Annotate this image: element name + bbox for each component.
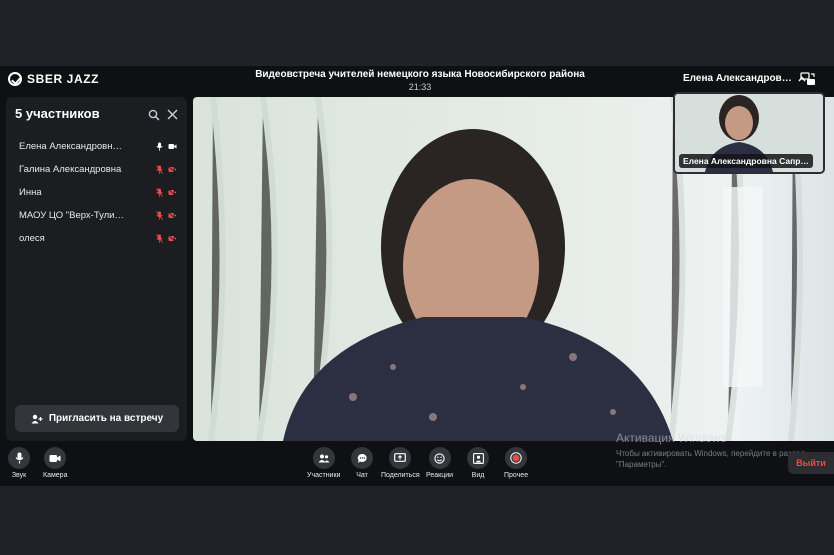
reactions-button[interactable] <box>428 447 451 469</box>
more-button[interactable] <box>505 447 528 469</box>
conference-window: SBER JAZZ Видеовстреча учителей немецког… <box>0 66 834 486</box>
camera-label: Камера <box>43 472 68 479</box>
participants-control[interactable]: Участники <box>307 447 340 479</box>
invite-label: Пригласить на встречу <box>48 413 164 424</box>
share-screen-icon <box>394 453 407 462</box>
leave-button[interactable]: Выйти <box>788 452 834 474</box>
participant-row[interactable]: олеся <box>6 227 187 250</box>
sber-logo-icon <box>8 72 22 86</box>
speaker-selector[interactable]: Елена Александров… <box>683 73 806 84</box>
mic-off-icon <box>156 211 163 220</box>
close-icon[interactable] <box>166 108 179 121</box>
share-label: Поделиться <box>381 472 420 479</box>
chat-icon <box>357 453 367 463</box>
camera-off-icon <box>168 212 177 219</box>
invite-button[interactable]: Пригласить на встречу <box>15 405 179 432</box>
microphone-icon <box>15 452 23 464</box>
sound-control[interactable]: Звук <box>8 447 30 479</box>
chat-label: Чат <box>356 472 368 479</box>
participants-list: Елена Александровн… Галина Александровна… <box>6 135 187 250</box>
smile-icon <box>434 452 445 464</box>
camera-control[interactable]: Камера <box>43 447 67 479</box>
mic-off-icon <box>156 165 163 174</box>
outer-top-band <box>0 0 834 66</box>
camera-off-icon <box>168 189 177 196</box>
camera-icon <box>49 454 61 462</box>
camera-off-icon <box>168 166 177 173</box>
self-view-name: Елена Александровна Сапр… <box>679 154 813 168</box>
swap-view-icon[interactable] <box>800 72 816 86</box>
mic-on-icon <box>156 142 163 151</box>
windows-activation-watermark: Активация Windows Чтобы активировать Win… <box>616 431 816 470</box>
windows-activation-text: Чтобы активировать Windows, перейдите в … <box>616 449 805 469</box>
participant-name: Инна <box>19 187 42 198</box>
chat-control[interactable]: Чат <box>351 447 373 479</box>
camera-off-icon <box>168 235 177 242</box>
outer-bottom-band <box>0 486 834 555</box>
logo-text: SBER JAZZ <box>27 72 100 86</box>
participants-count-title: 5 участников <box>15 106 100 121</box>
reactions-label: Реакции <box>426 472 454 479</box>
view-control[interactable]: Вид <box>467 447 489 479</box>
view-layout-icon <box>472 452 484 464</box>
people-icon <box>318 454 330 462</box>
view-label: Вид <box>471 472 485 479</box>
participant-name: Галина Александровна <box>19 164 122 175</box>
participant-row[interactable]: Елена Александровн… <box>6 135 187 158</box>
mic-off-icon <box>156 188 163 197</box>
add-person-icon <box>31 414 43 423</box>
sound-label: Звук <box>11 472 27 479</box>
meeting-title: Видеовстреча учителей немецкого языка Но… <box>255 69 585 80</box>
more-control[interactable]: Прочее <box>504 447 528 479</box>
participants-panel: 5 участников Елена Александровн… Галина … <box>6 97 187 441</box>
sound-button[interactable] <box>8 447 30 469</box>
participant-row[interactable]: Галина Александровна <box>6 158 187 181</box>
reactions-control[interactable]: Реакции <box>426 447 453 479</box>
view-button[interactable] <box>467 447 489 469</box>
participant-name: МАОУ ЦО "Верх-Тули… <box>19 210 124 221</box>
mic-off-icon <box>156 234 163 243</box>
participants-label: Участники <box>307 472 341 479</box>
self-view-tile[interactable]: Елена Александровна Сапр… <box>673 92 825 174</box>
camera-on-icon <box>168 144 177 149</box>
camera-button[interactable] <box>44 447 67 469</box>
chat-button[interactable] <box>351 447 373 469</box>
more-label: Прочее <box>504 472 529 479</box>
meeting-time: 21:33 <box>408 82 432 92</box>
windows-activation-title: Активация Windows <box>616 431 727 445</box>
speaker-name: Елена Александров… <box>683 73 792 84</box>
record-icon <box>510 452 522 464</box>
app-logo: SBER JAZZ <box>8 72 99 86</box>
share-control[interactable]: Поделиться <box>381 447 420 479</box>
participant-name: Елена Александровн… <box>19 141 122 152</box>
participant-row[interactable]: МАОУ ЦО "Верх-Тули… <box>6 204 187 227</box>
share-button[interactable] <box>389 447 412 469</box>
participant-row[interactable]: Инна <box>6 181 187 204</box>
participant-name: олеся <box>19 233 45 244</box>
search-icon[interactable] <box>148 109 160 121</box>
participants-button[interactable] <box>312 447 335 469</box>
